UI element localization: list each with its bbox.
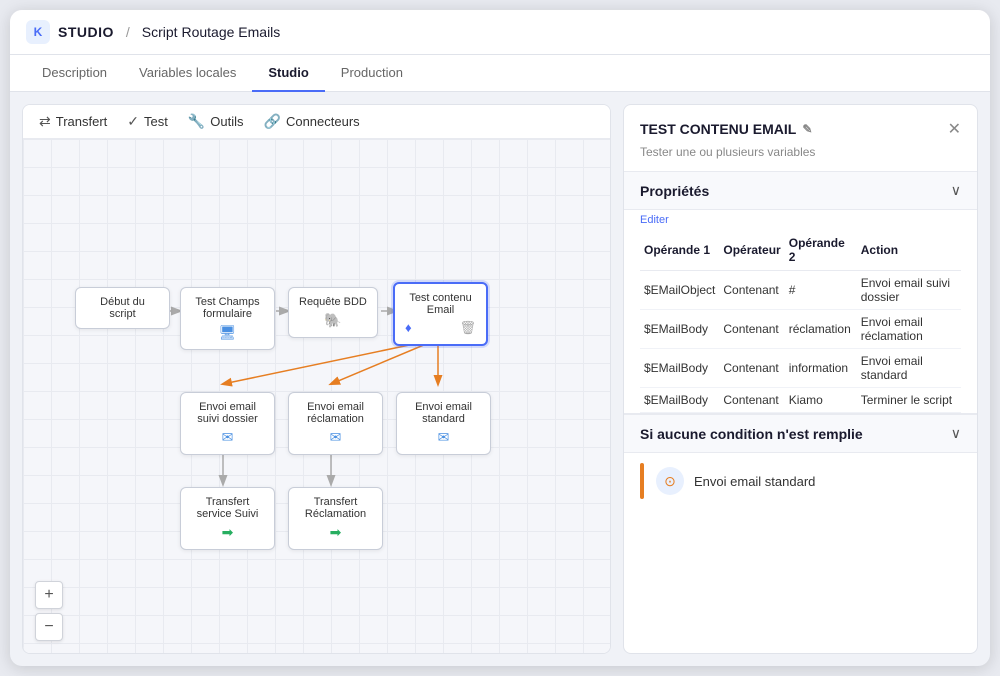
outils-icon: 🔧: [188, 113, 205, 130]
connecteurs-icon: 🔗: [264, 113, 281, 130]
app-container: K STUDIO / Script Routage Emails Descrip…: [10, 10, 990, 666]
champs-icon: 🖥: [191, 324, 264, 341]
node-debut[interactable]: Début du script: [75, 287, 170, 329]
canvas-area[interactable]: Début du script Test Champs formulaire 🖥…: [23, 139, 610, 653]
canvas-toolbar: ⇄ Transfert ✓ Test 🔧 Outils 🔗 Connecteur…: [23, 105, 610, 139]
toolbar-connecteurs[interactable]: 🔗 Connecteurs: [264, 113, 360, 130]
orange-bar: [640, 463, 644, 499]
tab-production[interactable]: Production: [325, 55, 419, 92]
zoom-controls: + −: [35, 581, 63, 641]
toolbar-test-label: Test: [144, 114, 168, 129]
col-action: Action: [857, 230, 961, 271]
node-transfert-suivi-label: Transfert service Suivi: [197, 496, 259, 520]
page-title: Script Routage Emails: [142, 24, 281, 40]
envoi-suivi-icon: ✉: [191, 429, 264, 446]
node-envoi-suivi-label: Envoi email suivi dossier: [197, 401, 258, 425]
node-envoi-suivi[interactable]: Envoi email suivi dossier ✉: [180, 392, 275, 455]
table-row[interactable]: $EMailBodyContenantinformationEnvoi emai…: [640, 349, 961, 388]
envoi-std-icon: ✉: [407, 429, 480, 446]
envoi-reclam-icon: ✉: [299, 429, 372, 446]
condition-result-label: Envoi email standard: [694, 474, 815, 489]
zoom-in-button[interactable]: +: [35, 581, 63, 609]
condition-title: Si aucune condition n'est remplie: [640, 426, 863, 442]
props-header: TEST CONTENU EMAIL ✎ ✕: [624, 105, 977, 145]
condition-result-row: ⊙ Envoi email standard: [624, 453, 977, 509]
test-icon: ✓: [127, 113, 139, 130]
node-testemail[interactable]: Test contenu Email ♦ 🗑: [393, 282, 488, 346]
node-champs-label: Test Champs formulaire: [195, 296, 259, 320]
transfert-icon: ⇄: [39, 113, 51, 130]
node-transfert-reclam-label: Transfert Réclamation: [305, 496, 366, 520]
toolbar-transfert-label: Transfert: [56, 114, 108, 129]
testemail-icon1: ♦: [405, 320, 412, 336]
header: K STUDIO / Script Routage Emails: [10, 10, 990, 55]
section-properties-header[interactable]: Propriétés ∨: [624, 171, 977, 210]
edit-link[interactable]: Editer: [640, 210, 961, 230]
zoom-out-button[interactable]: −: [35, 613, 63, 641]
props-title: TEST CONTENU EMAIL ✎: [640, 121, 812, 137]
props-title-text: TEST CONTENU EMAIL: [640, 121, 796, 137]
section-properties-title: Propriétés: [640, 183, 709, 199]
node-bdd-label: Requête BDD: [299, 296, 367, 308]
node-champs[interactable]: Test Champs formulaire 🖥: [180, 287, 275, 350]
node-envoi-reclam-label: Envoi email réclamation: [307, 401, 364, 425]
properties-chevron: ∨: [951, 182, 961, 199]
toolbar-connecteurs-label: Connecteurs: [286, 114, 360, 129]
node-envoi-std[interactable]: Envoi email standard ✉: [396, 392, 491, 455]
toolbar-test[interactable]: ✓ Test: [127, 113, 168, 130]
table-row[interactable]: $EMailBodyContenantréclamationEnvoi emai…: [640, 310, 961, 349]
testemail-icon2: 🗑: [459, 320, 476, 336]
table-row[interactable]: $EMailBodyContenantKiamoTerminer le scri…: [640, 388, 961, 413]
node-bdd[interactable]: Requête BDD 🐘: [288, 287, 378, 338]
toolbar-outils[interactable]: 🔧 Outils: [188, 113, 244, 130]
node-envoi-std-label: Envoi email standard: [415, 401, 472, 425]
col-operande2: Opérande 2: [785, 230, 857, 271]
logo-icon: K: [26, 20, 50, 44]
node-envoi-reclam[interactable]: Envoi email réclamation ✉: [288, 392, 383, 455]
node-testemail-label: Test contenu Email: [409, 292, 471, 316]
main-content: ⇄ Transfert ✓ Test 🔧 Outils 🔗 Connecteur…: [10, 92, 990, 666]
bdd-icon: 🐘: [299, 312, 367, 329]
props-subtitle: Tester une ou plusieurs variables: [624, 145, 977, 171]
properties-table-container: Editer Opérande 1 Opérateur Opérande 2 A…: [624, 210, 977, 413]
tabs-bar: Description Variables locales Studio Pro…: [10, 55, 990, 92]
node-transfert-reclam[interactable]: Transfert Réclamation ➡: [288, 487, 383, 550]
header-separator: /: [126, 24, 130, 40]
toolbar-outils-label: Outils: [210, 114, 243, 129]
condition-section: Si aucune condition n'est remplie ∨ ⊙ En…: [624, 413, 977, 509]
studio-label: STUDIO: [58, 24, 114, 40]
tab-description[interactable]: Description: [26, 55, 123, 92]
transfert-suivi-icon: ➡: [191, 524, 264, 541]
condition-section-header[interactable]: Si aucune condition n'est remplie ∨: [624, 414, 977, 453]
col-operateur: Opérateur: [719, 230, 784, 271]
node-debut-label: Début du script: [100, 296, 145, 320]
edit-icon[interactable]: ✎: [802, 122, 812, 136]
col-operande1: Opérande 1: [640, 230, 719, 271]
table-row[interactable]: $EMailObjectContenant#Envoi email suivi …: [640, 271, 961, 310]
tab-variables[interactable]: Variables locales: [123, 55, 252, 92]
properties-panel: TEST CONTENU EMAIL ✎ ✕ Tester une ou plu…: [623, 104, 978, 654]
properties-table: Opérande 1 Opérateur Opérande 2 Action $…: [640, 230, 961, 413]
condition-icon: ⊙: [656, 467, 684, 495]
condition-chevron: ∨: [951, 425, 961, 442]
toolbar-transfert[interactable]: ⇄ Transfert: [39, 113, 107, 130]
transfert-reclam-icon: ➡: [299, 524, 372, 541]
tab-studio[interactable]: Studio: [252, 55, 324, 92]
canvas-panel: ⇄ Transfert ✓ Test 🔧 Outils 🔗 Connecteur…: [22, 104, 611, 654]
node-transfert-suivi[interactable]: Transfert service Suivi ➡: [180, 487, 275, 550]
close-icon[interactable]: ✕: [948, 119, 961, 139]
